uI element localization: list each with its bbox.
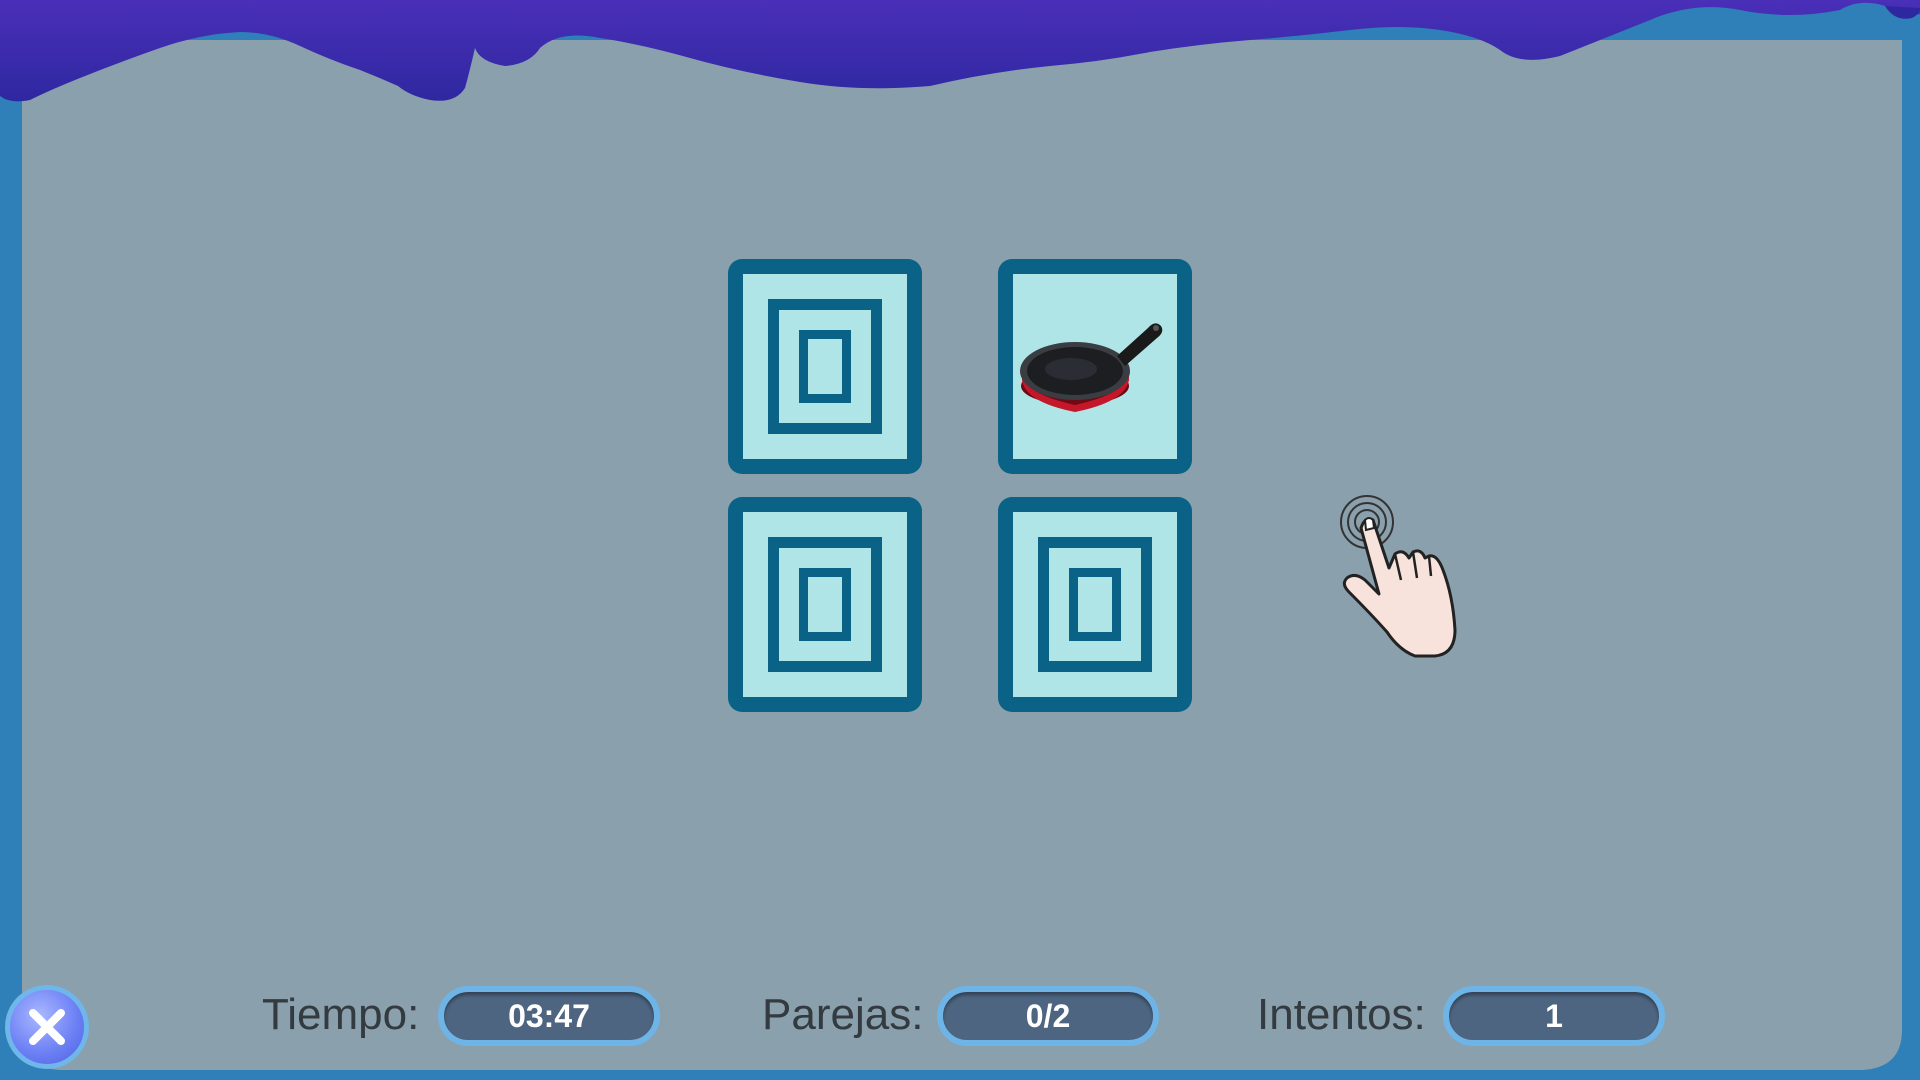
time-label: Tiempo: — [262, 990, 420, 1039]
close-button[interactable] — [5, 985, 89, 1069]
board-background — [0, 0, 1920, 1080]
card-back-pattern — [1038, 537, 1152, 672]
game-screen: Tiempo: 03:47 Parejas: 0/2 Intentos: 1 — [0, 0, 1920, 1080]
pairs-label: Parejas: — [762, 990, 924, 1039]
time-value: 03:47 — [438, 986, 660, 1046]
memory-card-4[interactable] — [998, 497, 1192, 712]
attempts-value: 1 — [1443, 986, 1665, 1046]
memory-card-3[interactable] — [728, 497, 922, 712]
tap-hand-icon — [1340, 495, 1457, 658]
card-back-inner — [1069, 568, 1121, 641]
attempts-label: Intentos: — [1257, 990, 1426, 1039]
close-icon — [29, 1009, 65, 1045]
memory-card-2[interactable] — [998, 259, 1192, 474]
memory-card-1[interactable] — [728, 259, 922, 474]
card-back-inner — [799, 330, 851, 403]
card-back-pattern — [768, 537, 882, 672]
pairs-value: 0/2 — [937, 986, 1159, 1046]
card-back-inner — [799, 568, 851, 641]
card-back-pattern — [768, 299, 882, 434]
frying-pan-icon — [1020, 323, 1163, 412]
